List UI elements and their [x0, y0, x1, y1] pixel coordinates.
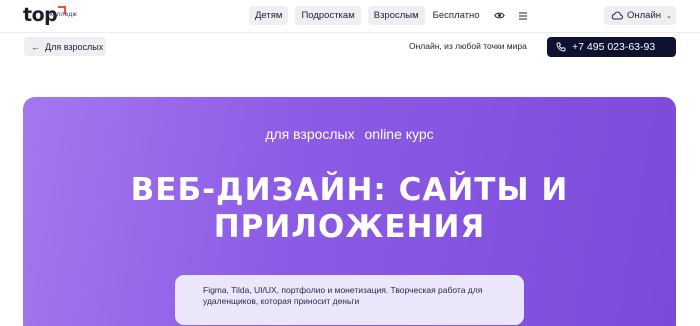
main-nav: Детям Подросткам Взрослым Бесплатно — [249, 6, 528, 25]
nav-item-adults[interactable]: Взрослым — [367, 6, 425, 25]
chevron-down-icon: ⌄ — [666, 12, 672, 20]
format-select-label: Онлайн — [627, 10, 662, 21]
tag-format: online курс — [364, 126, 434, 142]
course-hero: для взрослых online курс ВЕБ-ДИЗАЙН: САЙ… — [23, 97, 676, 326]
hero-title-line-2: ПРИЛОЖЕНИЯ — [213, 209, 486, 245]
phone-number: +7 495 023-63-93 — [572, 41, 656, 53]
format-select[interactable]: Онлайн ⌄ — [604, 6, 676, 25]
arrow-left-icon: ← — [31, 41, 40, 52]
tag-audience: для взрослых — [265, 126, 355, 142]
phone-button[interactable]: +7 495 023-63-93 — [547, 37, 676, 57]
nav-item-teens[interactable]: Подросткам — [295, 6, 361, 25]
phone-icon — [556, 42, 566, 52]
nav-item-free[interactable]: Бесплатно — [433, 6, 480, 25]
menu-icon[interactable] — [518, 11, 528, 21]
hero-tags: для взрослых online курс — [23, 126, 676, 142]
nav-item-kids[interactable]: Детям — [249, 6, 289, 25]
hero-description: Figma, Tilda, UI/UX, портфолио и монетиз… — [175, 275, 524, 325]
hero-title: ВЕБ-ДИЗАЙН: САЙТЫ И ПРИЛОЖЕНИЯ — [23, 172, 676, 246]
hero-title-line-1: ВЕБ-ДИЗАЙН: САЙТЫ И — [130, 172, 569, 208]
site-header: top колледж Детям Подросткам Взрослым Бе… — [0, 0, 700, 32]
cloud-icon — [611, 11, 623, 20]
back-button[interactable]: ← Для взрослых — [24, 37, 106, 56]
logo-subtitle: колледж — [50, 11, 77, 18]
back-button-label: Для взрослых — [45, 41, 104, 52]
header-divider — [0, 32, 700, 33]
location-text: Онлайн, из любой точки мира — [409, 41, 527, 51]
eye-icon[interactable] — [493, 10, 505, 21]
